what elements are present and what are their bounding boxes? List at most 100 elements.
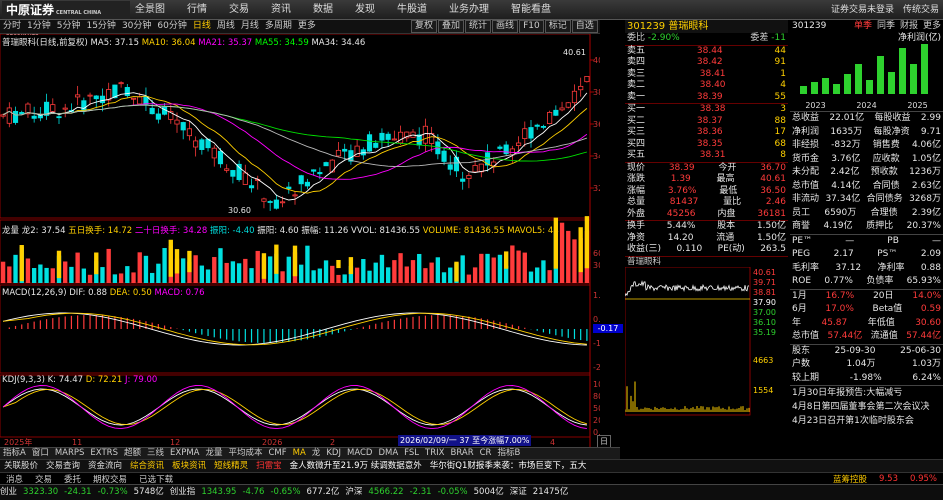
fundamental-row-cell: 合理债 [870,207,898,218]
indicator-tab-14[interactable]: DMA [375,448,401,459]
menu-item-3[interactable]: 资讯 [260,0,302,20]
profile-news-2[interactable]: 4月23日召开第1次临时股东会 [790,414,943,428]
mini-chart-title: 普瑞眼科 [625,255,788,267]
indicator-tab-7[interactable]: 龙量 [202,448,225,459]
period-tab-4[interactable]: 30分钟 [119,20,154,33]
top-link-0[interactable]: 证券交易未登录 [831,5,894,15]
news-tab-0[interactable]: 关联股价 [0,460,42,472]
volume-bar [522,252,527,283]
period-tab-8[interactable]: 月线 [238,20,262,33]
index-name[interactable]: 创业 [0,487,17,497]
profile-tab-2[interactable]: 财报 [900,21,918,31]
indicator-tab-18[interactable]: CR [477,448,495,459]
mini-price-label: 40.61 [753,268,776,277]
menu-item-4[interactable]: 数据 [302,0,344,20]
period-tab-7[interactable]: 周线 [214,20,238,33]
tool-button-0[interactable]: 复权 [411,20,438,33]
tool-button-2[interactable]: 统计 [465,20,492,33]
volume-bar [267,256,273,283]
period-tab-5[interactable]: 60分钟 [154,20,189,33]
news-tab-4[interactable]: 板块资讯 [168,460,210,472]
period-tab-2[interactable]: 5分钟 [54,20,84,33]
news-tab-6[interactable]: 扫雷宝 [252,460,286,472]
fundamental-row: 非流动 37.34亿 合同债务 3268万 [790,193,943,207]
news-tab-3[interactable]: 综合资讯 [126,460,168,472]
period-tab-10[interactable]: 更多 [295,20,319,33]
index-name[interactable]: 深证 [510,487,527,497]
menu-item-7[interactable]: 业务办理 [438,0,500,20]
period-tab-3[interactable]: 15分钟 [83,20,118,33]
menu-item-6[interactable]: 牛股道 [386,0,438,20]
indicator-tab-17[interactable]: BRAR [447,448,476,459]
candle-body [236,163,242,180]
profile-news-0[interactable]: 1月30日年报预告:大幅减亏 [790,386,943,400]
profile-tab-0[interactable]: 单季 [854,21,872,31]
net-profit-bar-chart [800,44,928,94]
indicator-tab-10[interactable]: MA [290,448,309,459]
news-headline-0[interactable]: 金人数微升至21.9万 续调数据意外 [286,460,426,472]
indicator-tab-0[interactable]: 指标A [0,448,29,459]
profile-news-1[interactable]: 4月8日第四届董事会第二次会议决 [790,400,943,414]
menu-item-1[interactable]: 行情 [176,0,218,20]
ma34-line [2,104,588,168]
menu-item-8[interactable]: 智能看盘 [500,0,562,20]
period-tab-0[interactable]: 分时 [0,20,24,33]
candle-body [230,170,236,177]
profile-tab-1[interactable]: 同季 [877,21,895,31]
index-name[interactable]: 沪深 [345,487,362,497]
indicator-tab-16[interactable]: TRIX [422,448,447,459]
kline-chart-area[interactable]: 40.00 38.00 36.00 34.00 32.00 60000 30000 1.00 0… [0,33,623,459]
volume-bar [466,274,472,283]
indicator-tab-9[interactable]: CMF [266,448,290,459]
tool-button-3[interactable]: 画线 [492,20,519,33]
ask-row-cell: 38.41 [699,68,726,79]
profile-tab-3[interactable]: 更多 [923,21,941,31]
indicator-tab-8[interactable]: 平均成本 [225,448,265,459]
indicator-tab-4[interactable]: 超额 [121,448,144,459]
tool-button-4[interactable]: F10 [519,20,544,33]
perf-row-cell: 16.7% [825,290,855,301]
fundamental-row-cell: 3268万 [909,194,941,204]
candle-body [224,168,230,171]
news-headline-1[interactable]: 华尔街Q1财报季来袭：市场巨变下，五大 [426,460,591,472]
perf-row-cell: 20日 [873,290,894,301]
fundamental-row-cell: 2.63亿 [911,180,941,191]
volume-bar [0,261,6,283]
news-tab-2[interactable]: 资金流向 [84,460,126,472]
indicator-tab-3[interactable]: EXTRS [87,448,121,459]
indicator-tab-12[interactable]: KDJ [323,448,344,459]
kline-chart-svg[interactable]: 40.00 38.00 36.00 34.00 32.00 60000 30000 1.00 0… [0,33,621,447]
fundamental-row-cell: 20.37% [906,221,941,231]
news-tab-1[interactable]: 交易查询 [42,460,84,472]
bid-row: 买三 38.36 17 [625,127,788,139]
tool-button-6[interactable]: 自选 [571,20,598,33]
fundamental-row: 未分配 2.42亿 预收款 1236万 [790,166,943,180]
volume-bar [392,260,397,283]
status-bar: 创业 3323.30 -24.31 -0.73% 5748亿 创业指 1343.95 -4.7… [0,484,943,500]
indicator-tab-1[interactable]: 窗口 [29,448,52,459]
menu-item-5[interactable]: 发现 [344,0,386,20]
period-tab-1[interactable]: 1分钟 [24,20,54,33]
indicator-tab-6[interactable]: EXPMA [167,448,202,459]
period-tab-9[interactable]: 多周期 [262,20,295,33]
profit-bar [833,84,840,94]
menu-item-0[interactable]: 全景图 [124,0,176,20]
date-axis-label: 2025年 [4,437,32,447]
indicator-tab-11[interactable]: 龙 [309,448,324,459]
indicator-tab-19[interactable]: 指标B [494,448,523,459]
menu-item-2[interactable]: 交易 [218,0,260,20]
indicator-tab-13[interactable]: MACD [344,448,375,459]
period-tab-6[interactable]: 日线 [190,20,214,33]
indicator-tab-5[interactable]: 三线 [144,448,167,459]
news-tab-5[interactable]: 短线精灵 [210,460,252,472]
candle-body [193,140,199,148]
indicator-tab-15[interactable]: FSL [401,448,422,459]
intraday-mini-chart[interactable]: 40.6139.7138.8137.9037.0036.1035.19 4663 1… [624,266,788,417]
candle-body [93,95,99,100]
tool-button-5[interactable]: 标记 [544,20,571,33]
tool-button-1[interactable]: 叠加 [438,20,465,33]
index-name[interactable]: 创业指 [170,487,196,497]
candle-body [528,127,534,139]
indicator-tab-2[interactable]: MARPS [52,448,88,459]
top-link-1[interactable]: 传统交易 [903,5,939,15]
